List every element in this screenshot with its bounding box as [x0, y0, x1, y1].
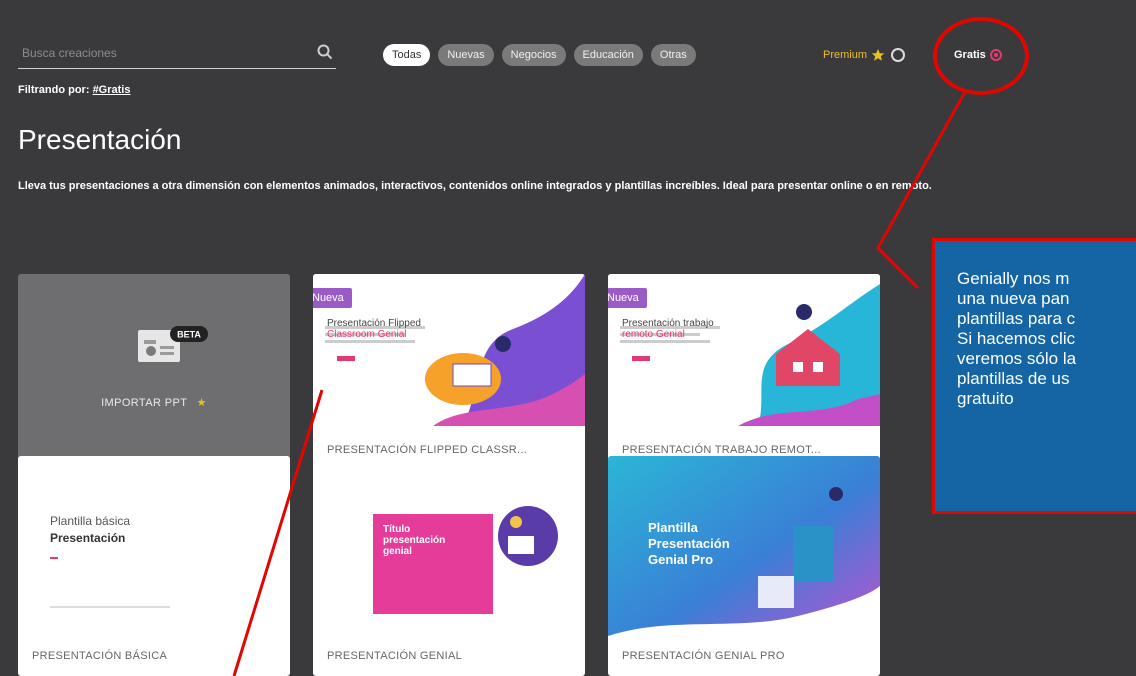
pointer-line	[232, 389, 324, 676]
pointer-line	[876, 91, 967, 290]
annotation-overlay	[232, 17, 1029, 676]
highlight-circle	[933, 17, 1029, 95]
app-window: Busca creaciones Todas Nuevas Negocios E…	[0, 0, 1136, 676]
